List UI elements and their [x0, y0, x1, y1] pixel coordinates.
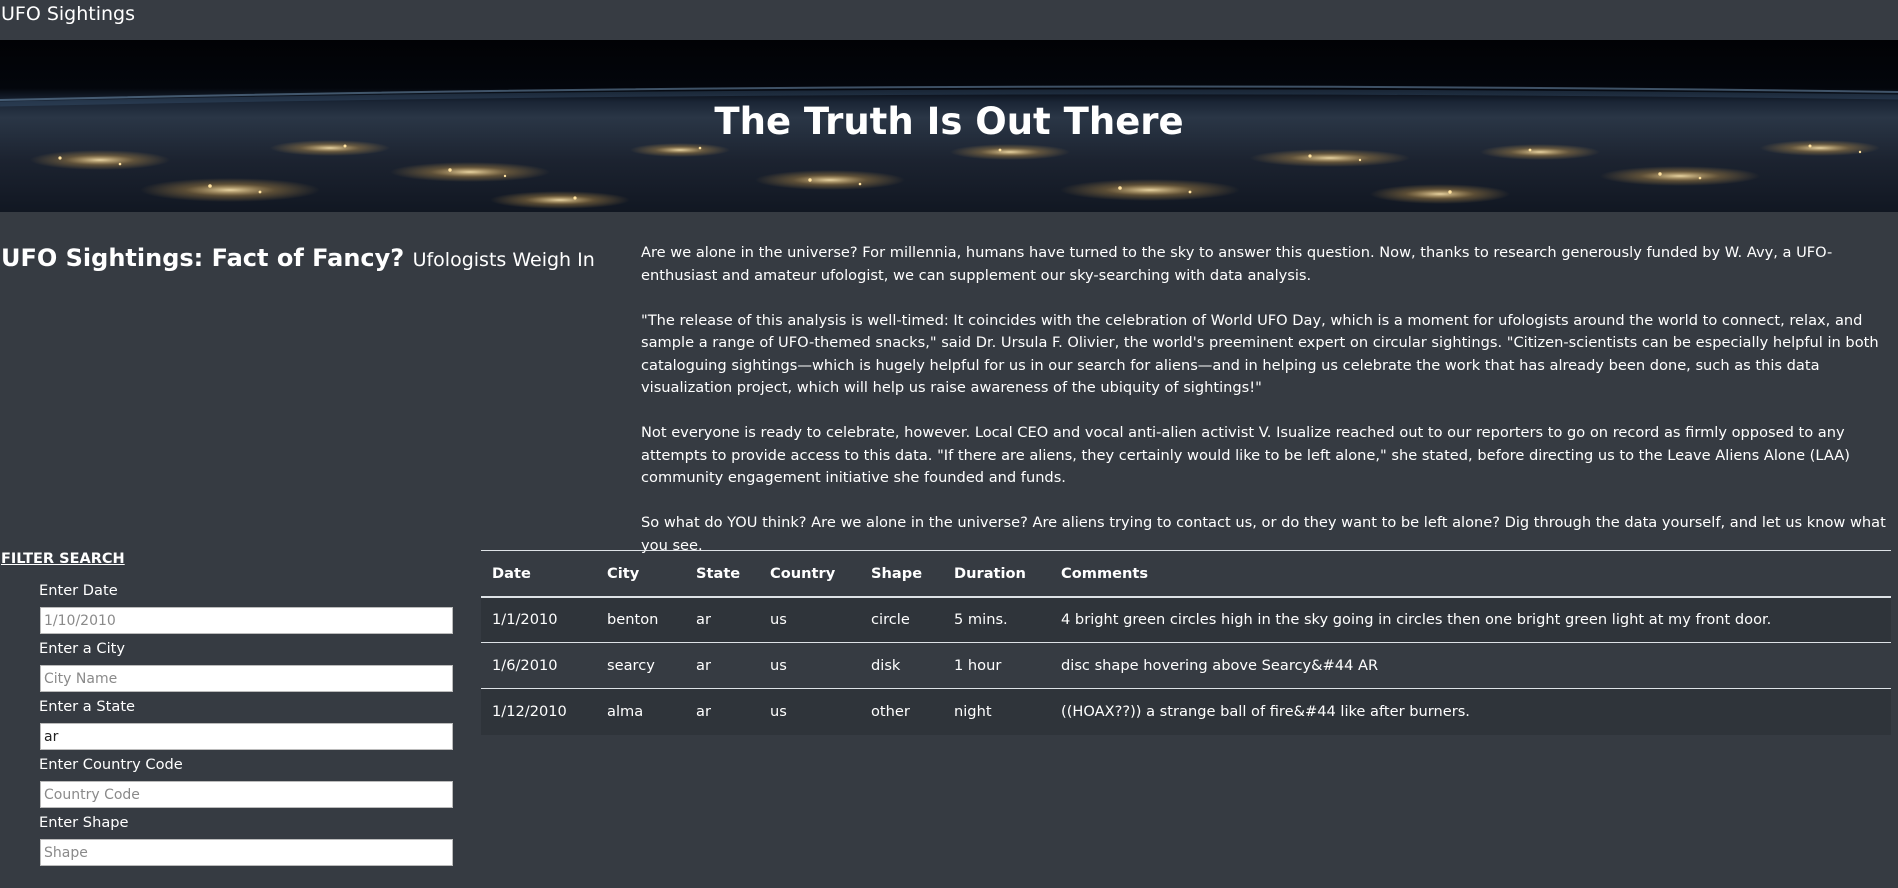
cell-country: us [759, 688, 860, 735]
cell-state: ar [696, 611, 711, 629]
date-label: Enter Date [39, 582, 118, 599]
table-body: 1/1/2010 benton ar us circle 5 mins. 4 b… [481, 596, 1891, 735]
shape-label: Enter Shape [39, 814, 129, 831]
cell-comments: ((HOAX??)) a strange ball of fire&#44 li… [1050, 688, 1891, 735]
country-label: Enter Country Code [39, 756, 183, 773]
filter-item-country: Enter Country Code [39, 756, 454, 820]
navbar: UFO Sightings [0, 0, 1898, 40]
table-head: Date City State Country Shape Duration C… [481, 550, 1891, 598]
header-comments: Comments [1050, 550, 1891, 598]
cell-state: ar [685, 642, 759, 689]
cell-shape: disk [860, 642, 943, 689]
hero-title: The Truth Is Out There [714, 100, 1184, 143]
cell-duration: night [943, 688, 1050, 735]
cell-city: searcy [596, 642, 685, 689]
cell-shape: other [860, 688, 943, 735]
filter-item-state: Enter a State [39, 698, 454, 762]
city-input[interactable] [40, 665, 453, 692]
headline-title: UFO Sightings: Fact of Fancy? [1, 244, 405, 272]
sightings-table-wrapper: Date City State Country Shape Duration C… [481, 550, 1891, 735]
filter-item-city: Enter a City [39, 640, 454, 704]
shape-input[interactable] [40, 839, 453, 866]
state-label: Enter a State [39, 698, 136, 715]
filter-panel: FILTER SEARCH Enter Date Enter a City En… [1, 551, 461, 866]
table-row: 1/12/2010 alma ar us other night ((HOAX?… [481, 688, 1891, 735]
cell-shape: circle [871, 611, 910, 629]
hero-banner: The Truth Is Out There [0, 40, 1898, 212]
cell-date: 1/1/2010 [492, 611, 558, 629]
date-input[interactable] [40, 607, 453, 634]
cell-date: 1/6/2010 [481, 642, 596, 689]
article-body: Are we alone in the universe? For millen… [641, 242, 1893, 580]
brand-link[interactable]: UFO Sightings [1, 3, 135, 25]
cell-country: us [759, 642, 860, 689]
country-input[interactable] [40, 781, 453, 808]
cell-country: us [770, 611, 787, 629]
article-paragraph: "The release of this analysis is well-ti… [641, 311, 1879, 397]
cell-date: 1/12/2010 [481, 688, 596, 735]
table-row: 1/1/2010 benton ar us circle 5 mins. 4 b… [481, 596, 1891, 643]
headline-subtitle: Ufologists Weigh In [412, 249, 595, 271]
cell-duration: 5 mins. [954, 611, 1008, 629]
article-paragraph: Are we alone in the universe? For millen… [641, 244, 1833, 284]
table-row: 1/6/2010 searcy ar us disk 1 hour disc s… [481, 642, 1891, 689]
cell-city: alma [596, 688, 685, 735]
filter-item-shape: Enter Shape [39, 814, 454, 878]
city-label: Enter a City [39, 640, 125, 657]
header-country: Country [759, 550, 860, 598]
cell-state: ar [685, 688, 759, 735]
header-date: Date [481, 550, 596, 598]
header-city: City [596, 550, 685, 598]
filter-item-date: Enter Date [39, 582, 454, 646]
cell-duration: 1 hour [943, 642, 1050, 689]
header-shape: Shape [860, 550, 943, 598]
cell-city: benton [607, 611, 659, 629]
article-headline: UFO Sightings: Fact of Fancy? Ufologists… [1, 244, 595, 272]
cell-comments: 4 bright green circles high in the sky g… [1061, 611, 1772, 629]
table-header-row: Date City State Country Shape Duration C… [481, 550, 1891, 598]
cell-comments: disc shape hovering above Searcy&#44 AR [1050, 642, 1891, 689]
filter-heading: FILTER SEARCH [1, 551, 125, 567]
filter-list: Enter Date Enter a City Enter a State En… [39, 582, 454, 878]
ufo-table: Date City State Country Shape Duration C… [481, 550, 1891, 735]
state-input[interactable] [40, 723, 453, 750]
article-paragraph: Not everyone is ready to celebrate, howe… [641, 424, 1850, 486]
header-duration: Duration [943, 550, 1050, 598]
header-state: State [685, 550, 759, 598]
